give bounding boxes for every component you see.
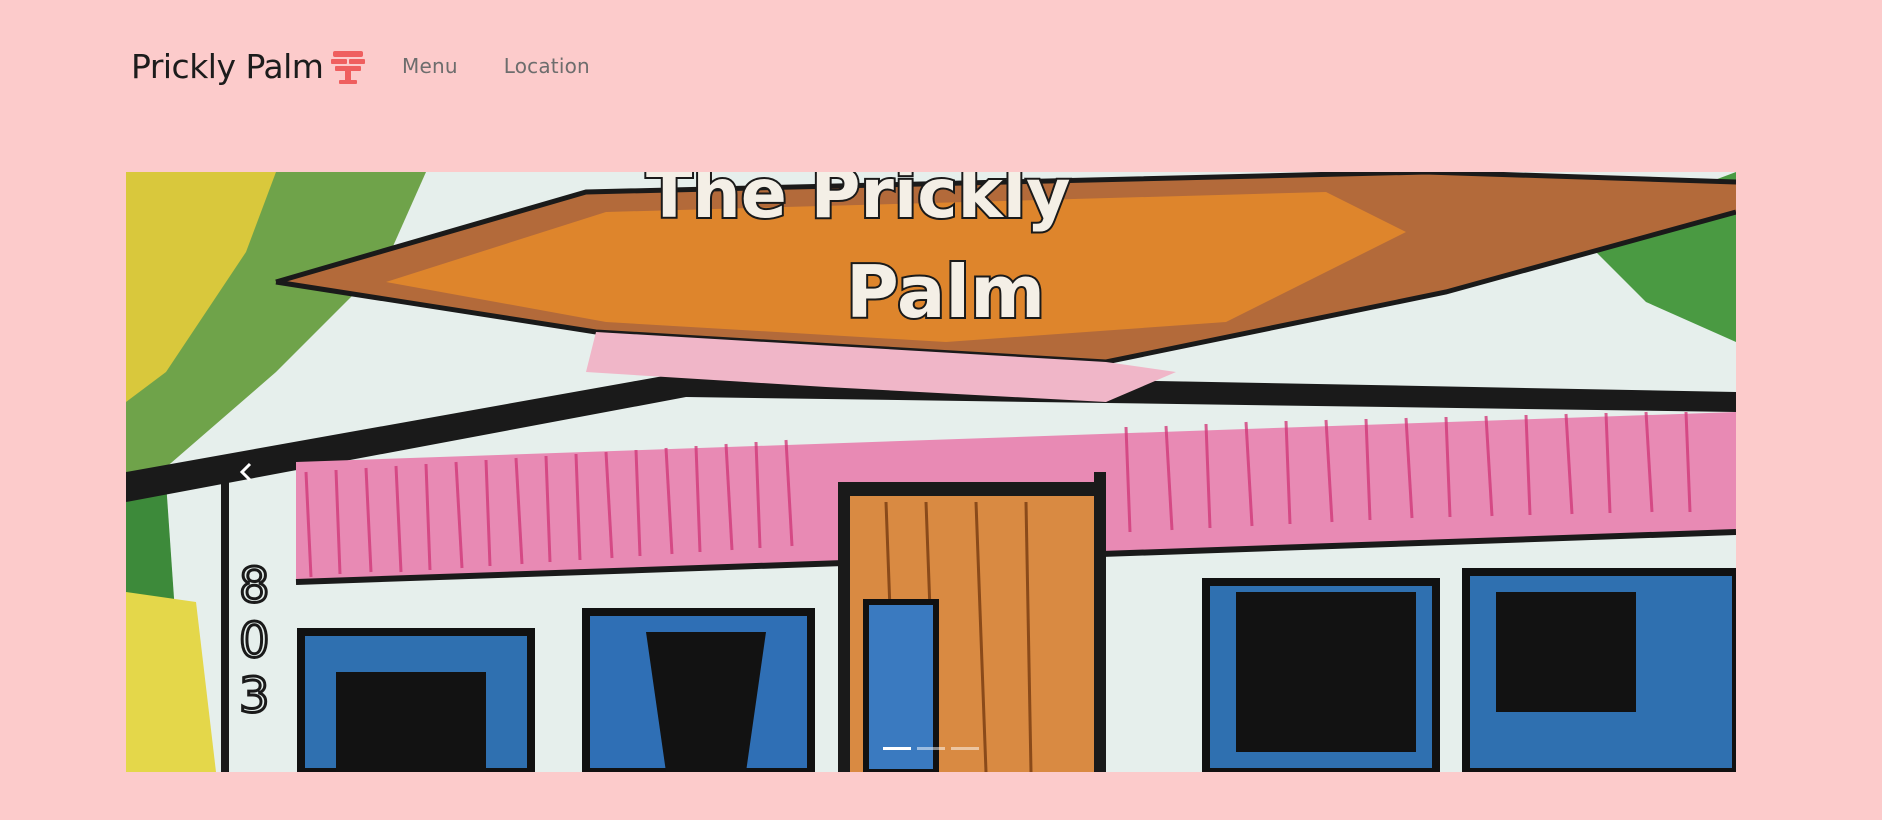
carousel-prev-button[interactable]: [226, 452, 266, 492]
chevron-left-icon: [239, 462, 252, 482]
carousel-indicator-2[interactable]: [917, 747, 945, 750]
address-digit-3: 3: [239, 668, 270, 724]
navbar: Prickly Palm Menu Location: [0, 0, 1882, 135]
brand-name: Prickly Palm: [131, 47, 324, 86]
carousel-indicators: [126, 747, 1736, 750]
chevron-right-icon: [1608, 461, 1624, 483]
brand-link[interactable]: Prickly Palm: [131, 47, 366, 86]
address-digit-1: 8: [239, 558, 270, 614]
hero-carousel: The Prickly Palm 8 0 3: [126, 172, 1736, 772]
nav-location-link[interactable]: Location: [504, 54, 590, 78]
carousel-indicator-1[interactable]: [883, 747, 911, 750]
nav-links: Menu Location: [402, 54, 590, 78]
sign-line2-text: Palm: [846, 250, 1045, 334]
sketch-storefront-image: The Prickly Palm 8 0 3: [126, 172, 1736, 772]
carousel-indicator-3[interactable]: [951, 747, 979, 750]
sign-line1-text: The Prickly: [646, 172, 1070, 234]
nav-menu-link[interactable]: Menu: [402, 54, 458, 78]
address-digit-2: 0: [239, 613, 270, 669]
palm-cocktail-icon: [331, 49, 366, 85]
